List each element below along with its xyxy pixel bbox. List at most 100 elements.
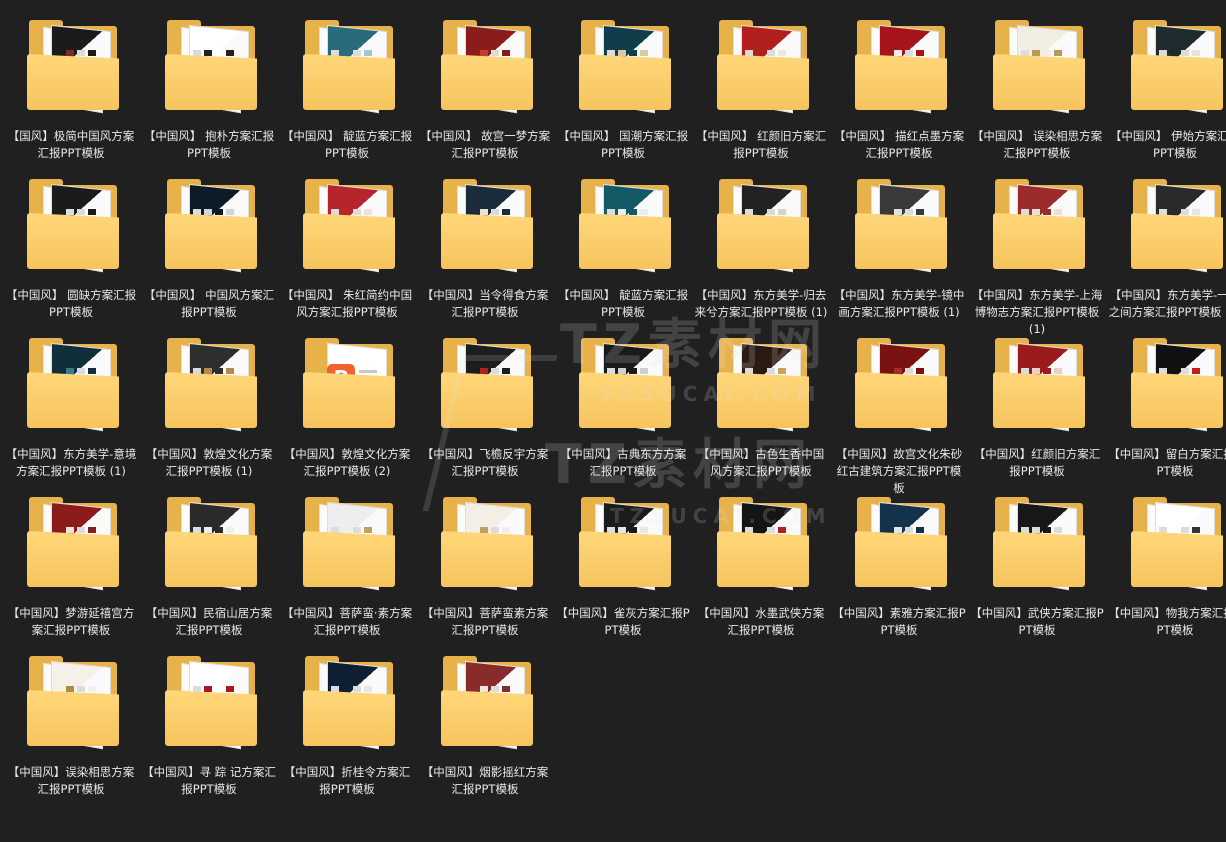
folder-label: 【中国风】当令得食方案汇报PPT模板 <box>421 288 549 319</box>
folder-item[interactable]: 【中国风】 国潮方案汇报PPT模板 <box>554 16 692 175</box>
folder-item[interactable]: 【中国风】 靛蓝方案汇报PPT模板 <box>278 16 416 175</box>
folder-icon <box>991 497 1087 591</box>
folder-label: 【中国风】红颜旧方案汇报PPT模板 <box>973 447 1101 478</box>
folder-icon <box>1129 179 1225 273</box>
folder-item[interactable]: 【中国风】留白方案汇报PPT模板 <box>1106 334 1226 493</box>
folder-icon <box>439 656 535 750</box>
folder-label: 【中国风】 国潮方案汇报PPT模板 <box>557 129 689 160</box>
folder-item[interactable]: 【中国风】 伊始方案汇报PPT模板 <box>1106 16 1226 175</box>
folder-item[interactable]: 【中国风】东方美学-上海博物志方案汇报PPT模板 (1) <box>968 175 1106 336</box>
folder-label: 【中国风】留白方案汇报PPT模板 <box>1108 447 1226 478</box>
folder-icon <box>1129 338 1225 432</box>
folder-icon <box>715 179 811 273</box>
folder-label: 【中国风】 朱红简约中国风方案汇报PPT模板 <box>281 288 413 319</box>
folder-label: 【中国风】 红颜旧方案汇报PPT模板 <box>695 129 827 160</box>
folder-icon <box>301 179 397 273</box>
folder-icon <box>25 656 121 750</box>
folder-icon <box>301 20 397 114</box>
folder-icon <box>577 20 673 114</box>
folder-item[interactable]: 【中国风】雀灰方案汇报PPT模板 <box>554 493 692 652</box>
folder-label: 【中国风】故宫文化朱砂红古建筑方案汇报PPT模板 <box>835 447 963 495</box>
folder-item[interactable]: 【中国风】 朱红简约中国风方案汇报PPT模板 <box>278 175 416 334</box>
folder-label: 【中国风】武侠方案汇报PPT模板 <box>970 606 1104 637</box>
folder-label: 【中国风】水墨武侠方案汇报PPT模板 <box>697 606 825 637</box>
folder-label: 【中国风】 误染相思方案汇报PPT模板 <box>971 129 1103 160</box>
folder-item[interactable]: 【中国风】 红颜旧方案汇报PPT模板 <box>692 16 830 175</box>
folder-item[interactable]: 【中国风】古色生香中国风方案汇报PPT模板 <box>692 334 830 493</box>
folder-icon <box>577 497 673 591</box>
folder-item[interactable]: 【国风】极简中国风方案汇报PPT模板 <box>2 16 140 175</box>
folder-label: 【中国风】烟影摇红方案汇报PPT模板 <box>421 765 549 796</box>
folder-item[interactable]: 【中国风】 故宫一梦方案汇报PPT模板 <box>416 16 554 175</box>
folder-label: 【中国风】 中国风方案汇报PPT模板 <box>143 288 275 319</box>
folder-label: 【中国风】东方美学-镜中画方案汇报PPT模板 (1) <box>833 288 965 319</box>
folder-item[interactable]: 【中国风】东方美学-意境方案汇报PPT模板 (1) <box>2 334 140 493</box>
folder-icon <box>439 20 535 114</box>
folder-item[interactable]: 【中国风】误染相思方案汇报PPT模板 <box>2 652 140 811</box>
folder-label: 【中国风】东方美学-上海博物志方案汇报PPT模板 (1) <box>971 288 1103 336</box>
folder-label: 【中国风】梦游延禧宫方案汇报PPT模板 <box>7 606 135 637</box>
folder-label: 【中国风】寻 踪 记方案汇报PPT模板 <box>142 765 276 796</box>
folder-item[interactable]: 【中国风】敦煌文化方案汇报PPT模板 (1) <box>140 334 278 493</box>
folder-item[interactable]: 【中国风】古典东方方案汇报PPT模板 <box>554 334 692 493</box>
folder-item[interactable]: 【中国风】红颜旧方案汇报PPT模板 <box>968 334 1106 493</box>
folder-item[interactable]: 【中国风】 描红点墨方案汇报PPT模板 <box>830 16 968 175</box>
folder-item[interactable]: 【中国风】武侠方案汇报PPT模板 <box>968 493 1106 652</box>
folder-item[interactable]: 【中国风】素雅方案汇报PPT模板 <box>830 493 968 652</box>
folder-item[interactable]: 【中国风】 中国风方案汇报PPT模板 <box>140 175 278 334</box>
folder-item[interactable]: 【中国风】 误染相思方案汇报PPT模板 <box>968 16 1106 175</box>
folder-item[interactable]: 【中国风】菩萨蛮素方案汇报PPT模板 <box>416 493 554 652</box>
folder-icon <box>163 656 259 750</box>
folder-item[interactable]: 【中国风】 靛蓝方案汇报PPT模板 <box>554 175 692 334</box>
folder-item[interactable]: 【中国风】菩萨蛮·素方案汇报PPT模板 <box>278 493 416 652</box>
folder-icon <box>25 179 121 273</box>
folder-item[interactable]: P 【中国风】敦煌文化方案汇报PPT模板 (2) <box>278 334 416 493</box>
folder-label: 【中国风】 描红点墨方案汇报PPT模板 <box>833 129 965 160</box>
folder-icon <box>577 338 673 432</box>
folder-icon <box>301 497 397 591</box>
folder-icon <box>715 497 811 591</box>
folder-item[interactable]: 【中国风】东方美学-一页之间方案汇报PPT模板 (1) <box>1106 175 1226 334</box>
folder-icon <box>25 338 121 432</box>
folder-item[interactable]: 【中国风】折桂令方案汇报PPT模板 <box>278 652 416 811</box>
folder-icon <box>853 497 949 591</box>
folder-icon <box>853 338 949 432</box>
folder-label: 【中国风】敦煌文化方案汇报PPT模板 (2) <box>283 447 411 478</box>
folder-item[interactable]: 【中国风】 圆缺方案汇报PPT模板 <box>2 175 140 334</box>
folder-label: 【中国风】 抱朴方案汇报PPT模板 <box>143 129 275 160</box>
folder-icon <box>853 20 949 114</box>
folder-icon <box>715 20 811 114</box>
folder-icon <box>301 656 397 750</box>
folder-icon <box>1129 20 1225 114</box>
folder-icon <box>991 179 1087 273</box>
folder-grid: 【国风】极简中国风方案汇报PPT模板 【中国风】 抱朴方案汇报PPT模板 【中国风】… <box>0 16 1226 811</box>
folder-label: 【中国风】物我方案汇报PPT模板 <box>1108 606 1226 637</box>
folder-label: 【中国风】东方美学-意境方案汇报PPT模板 (1) <box>5 447 137 478</box>
folder-label: 【中国风】 靛蓝方案汇报PPT模板 <box>557 288 689 319</box>
folder-item[interactable]: 【中国风】水墨武侠方案汇报PPT模板 <box>692 493 830 652</box>
folder-label: 【中国风】菩萨蛮素方案汇报PPT模板 <box>421 606 549 637</box>
folder-icon <box>163 338 259 432</box>
folder-label: 【中国风】民宿山居方案汇报PPT模板 <box>145 606 273 637</box>
folder-icon <box>163 179 259 273</box>
folder-item[interactable]: 【中国风】物我方案汇报PPT模板 <box>1106 493 1226 652</box>
folder-label: 【中国风】雀灰方案汇报PPT模板 <box>556 606 690 637</box>
folder-label: 【中国风】折桂令方案汇报PPT模板 <box>283 765 411 796</box>
folder-item[interactable]: 【中国风】当令得食方案汇报PPT模板 <box>416 175 554 334</box>
folder-label: 【中国风】菩萨蛮·素方案汇报PPT模板 <box>281 606 413 637</box>
folder-item[interactable]: 【中国风】故宫文化朱砂红古建筑方案汇报PPT模板 <box>830 334 968 495</box>
folder-item[interactable]: 【中国风】寻 踪 记方案汇报PPT模板 <box>140 652 278 811</box>
folder-label: 【中国风】 故宫一梦方案汇报PPT模板 <box>419 129 551 160</box>
folder-label: 【国风】极简中国风方案汇报PPT模板 <box>7 129 135 160</box>
folder-item[interactable]: 【中国风】东方美学-归去来兮方案汇报PPT模板 (1) <box>692 175 830 334</box>
folder-item[interactable]: 【中国风】 抱朴方案汇报PPT模板 <box>140 16 278 175</box>
folder-item[interactable]: 【中国风】民宿山居方案汇报PPT模板 <box>140 493 278 652</box>
folder-item[interactable]: 【中国风】烟影摇红方案汇报PPT模板 <box>416 652 554 811</box>
folder-label: 【中国风】 靛蓝方案汇报PPT模板 <box>281 129 413 160</box>
folder-item[interactable]: 【中国风】东方美学-镜中画方案汇报PPT模板 (1) <box>830 175 968 334</box>
folder-label: 【中国风】 圆缺方案汇报PPT模板 <box>5 288 137 319</box>
folder-label: 【中国风】古色生香中国风方案汇报PPT模板 <box>697 447 825 478</box>
folder-icon <box>991 338 1087 432</box>
folder-label: 【中国风】东方美学-一页之间方案汇报PPT模板 (1) <box>1108 288 1226 319</box>
folder-item[interactable]: 【中国风】梦游延禧宫方案汇报PPT模板 <box>2 493 140 652</box>
